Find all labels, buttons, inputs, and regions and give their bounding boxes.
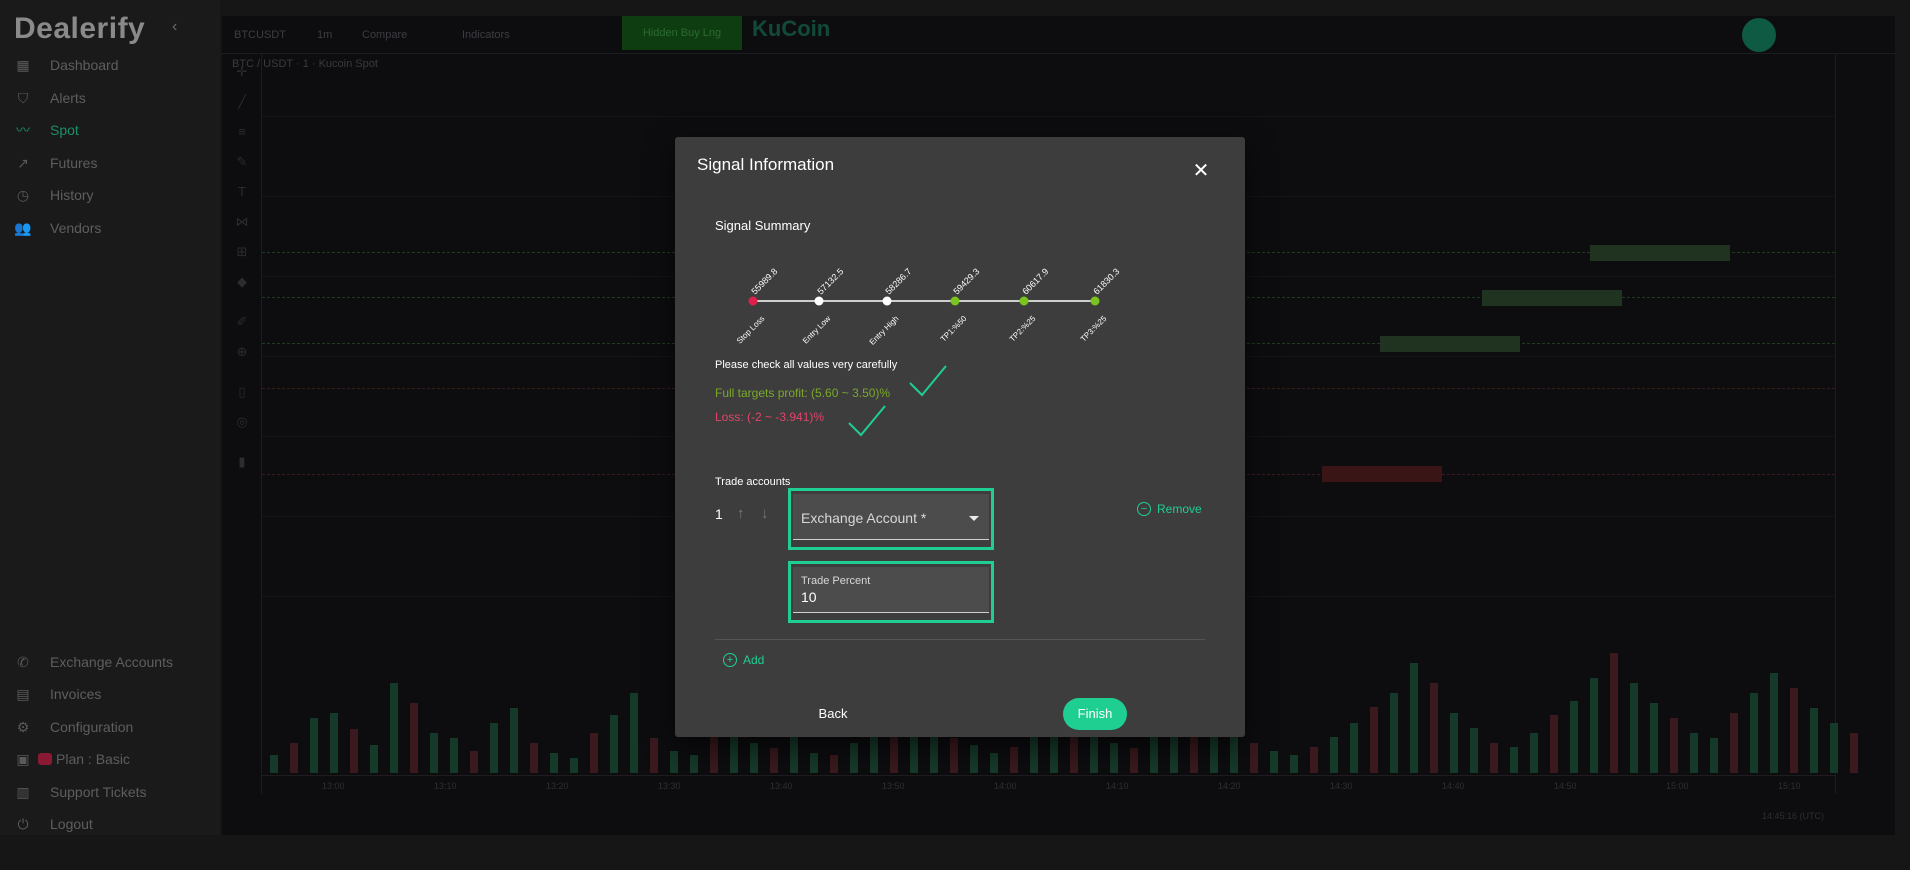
loss-text: Loss: (-2 ~ -3.941)%: [715, 410, 825, 424]
point-label: TP1:%50: [939, 314, 969, 344]
trade-accounts-title: Trade accounts: [715, 476, 791, 488]
point-label: TP2:%25: [1008, 314, 1038, 344]
dialog-title: Signal Information: [697, 155, 835, 174]
point-label: Stop Loss: [735, 314, 767, 346]
minus-circle-icon: −: [1137, 502, 1151, 516]
point-label: TP3:%25: [1079, 314, 1109, 344]
app-root: Dealerify ‹ ▦ Dashboard ⛉ Alerts 〰 Spot …: [0, 0, 1910, 870]
back-button[interactable]: Back: [803, 703, 863, 725]
point-value: 57132.5: [815, 266, 845, 296]
signal-summary-timeline: 55989.8 Stop Loss 57132.5 Entry Low 58286.7 E…: [735, 266, 1122, 347]
remove-label: Remove: [1157, 502, 1202, 516]
add-account-button[interactable]: + Add: [723, 653, 764, 667]
point-value: 55989.8: [749, 266, 779, 296]
signal-summary-title: Signal Summary: [715, 218, 811, 233]
move-up-icon[interactable]: ↑: [737, 505, 745, 522]
trade-percent-label: Trade Percent: [801, 575, 871, 587]
point-label: Entry Low: [801, 314, 833, 346]
check-values-note: Please check all values very carefully: [715, 359, 898, 371]
point-value: 61830.3: [1091, 266, 1121, 296]
point-label: Entry High: [868, 314, 901, 347]
timeline-point: [814, 296, 824, 306]
timeline-point: [1090, 296, 1100, 306]
timeline-point: [882, 296, 892, 306]
point-value: 60617.9: [1020, 266, 1050, 296]
chevron-down-icon: [969, 516, 979, 521]
checkmark-icon: [909, 365, 947, 397]
trade-percent-field[interactable]: Trade Percent: [793, 567, 989, 613]
trade-percent-input[interactable]: [801, 589, 961, 605]
add-label: Add: [743, 653, 765, 667]
signal-information-dialog: Signal Information ✕ Signal Summary 5598…: [675, 137, 1245, 737]
point-value: 58286.7: [883, 266, 913, 296]
divider: [715, 639, 1205, 640]
finish-button[interactable]: Finish: [1063, 698, 1127, 730]
close-icon[interactable]: ✕: [1191, 161, 1211, 181]
checkmark-icon: [848, 405, 886, 437]
account-index: 1: [715, 506, 723, 522]
exchange-account-select[interactable]: Exchange Account *: [793, 494, 989, 540]
timeline-point: [1019, 296, 1029, 306]
point-value: 59429.3: [951, 266, 981, 296]
timeline-point: [748, 296, 758, 306]
move-down-icon[interactable]: ↓: [761, 505, 769, 522]
exchange-account-label: Exchange Account *: [801, 510, 927, 526]
profit-text: Full targets profit: (5.60 ~ 3.50)%: [715, 386, 891, 400]
plus-circle-icon: +: [723, 653, 737, 667]
remove-account-button[interactable]: − Remove: [1137, 502, 1202, 516]
timeline-point: [950, 296, 960, 306]
